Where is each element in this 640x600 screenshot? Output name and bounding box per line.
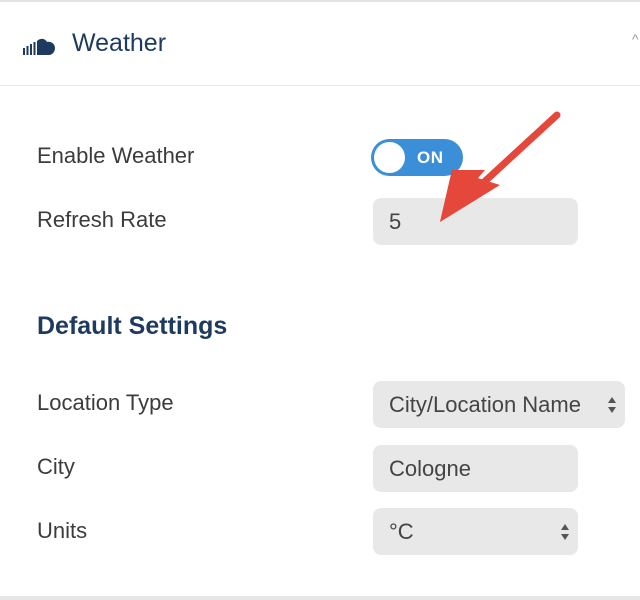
select-arrows-icon — [608, 396, 616, 413]
refresh-rate-label: Refresh Rate — [37, 207, 167, 232]
toggle-knob — [374, 142, 405, 173]
panel-title: Weather — [72, 29, 167, 57]
location-type-select[interactable]: City/Location Name — [373, 381, 625, 428]
location-type-label: Location Type — [37, 390, 174, 415]
units-select[interactable]: °C — [373, 508, 578, 555]
location-type-value: City/Location Name — [389, 391, 581, 417]
refresh-rate-input[interactable] — [373, 198, 578, 245]
toggle-state-text: ON — [417, 148, 444, 167]
units-value: °C — [389, 518, 414, 544]
panel-header: Weather ^ — [0, 2, 640, 86]
city-label: City — [37, 454, 75, 479]
bottom-divider — [0, 596, 640, 600]
cloud-icon — [23, 38, 55, 55]
enable-weather-label: Enable Weather — [37, 143, 195, 168]
collapse-icon[interactable]: ^ — [632, 32, 640, 46]
weather-settings-panel: Weather ^ Enable Weather ON Refresh Rate… — [0, 0, 640, 600]
city-input[interactable] — [373, 445, 578, 492]
enable-weather-toggle[interactable]: ON — [371, 139, 463, 176]
city-value[interactable] — [389, 455, 578, 482]
select-arrows-icon — [561, 523, 569, 540]
refresh-rate-value[interactable] — [389, 208, 578, 235]
default-settings-title: Default Settings — [37, 312, 228, 340]
units-label: Units — [37, 518, 88, 543]
